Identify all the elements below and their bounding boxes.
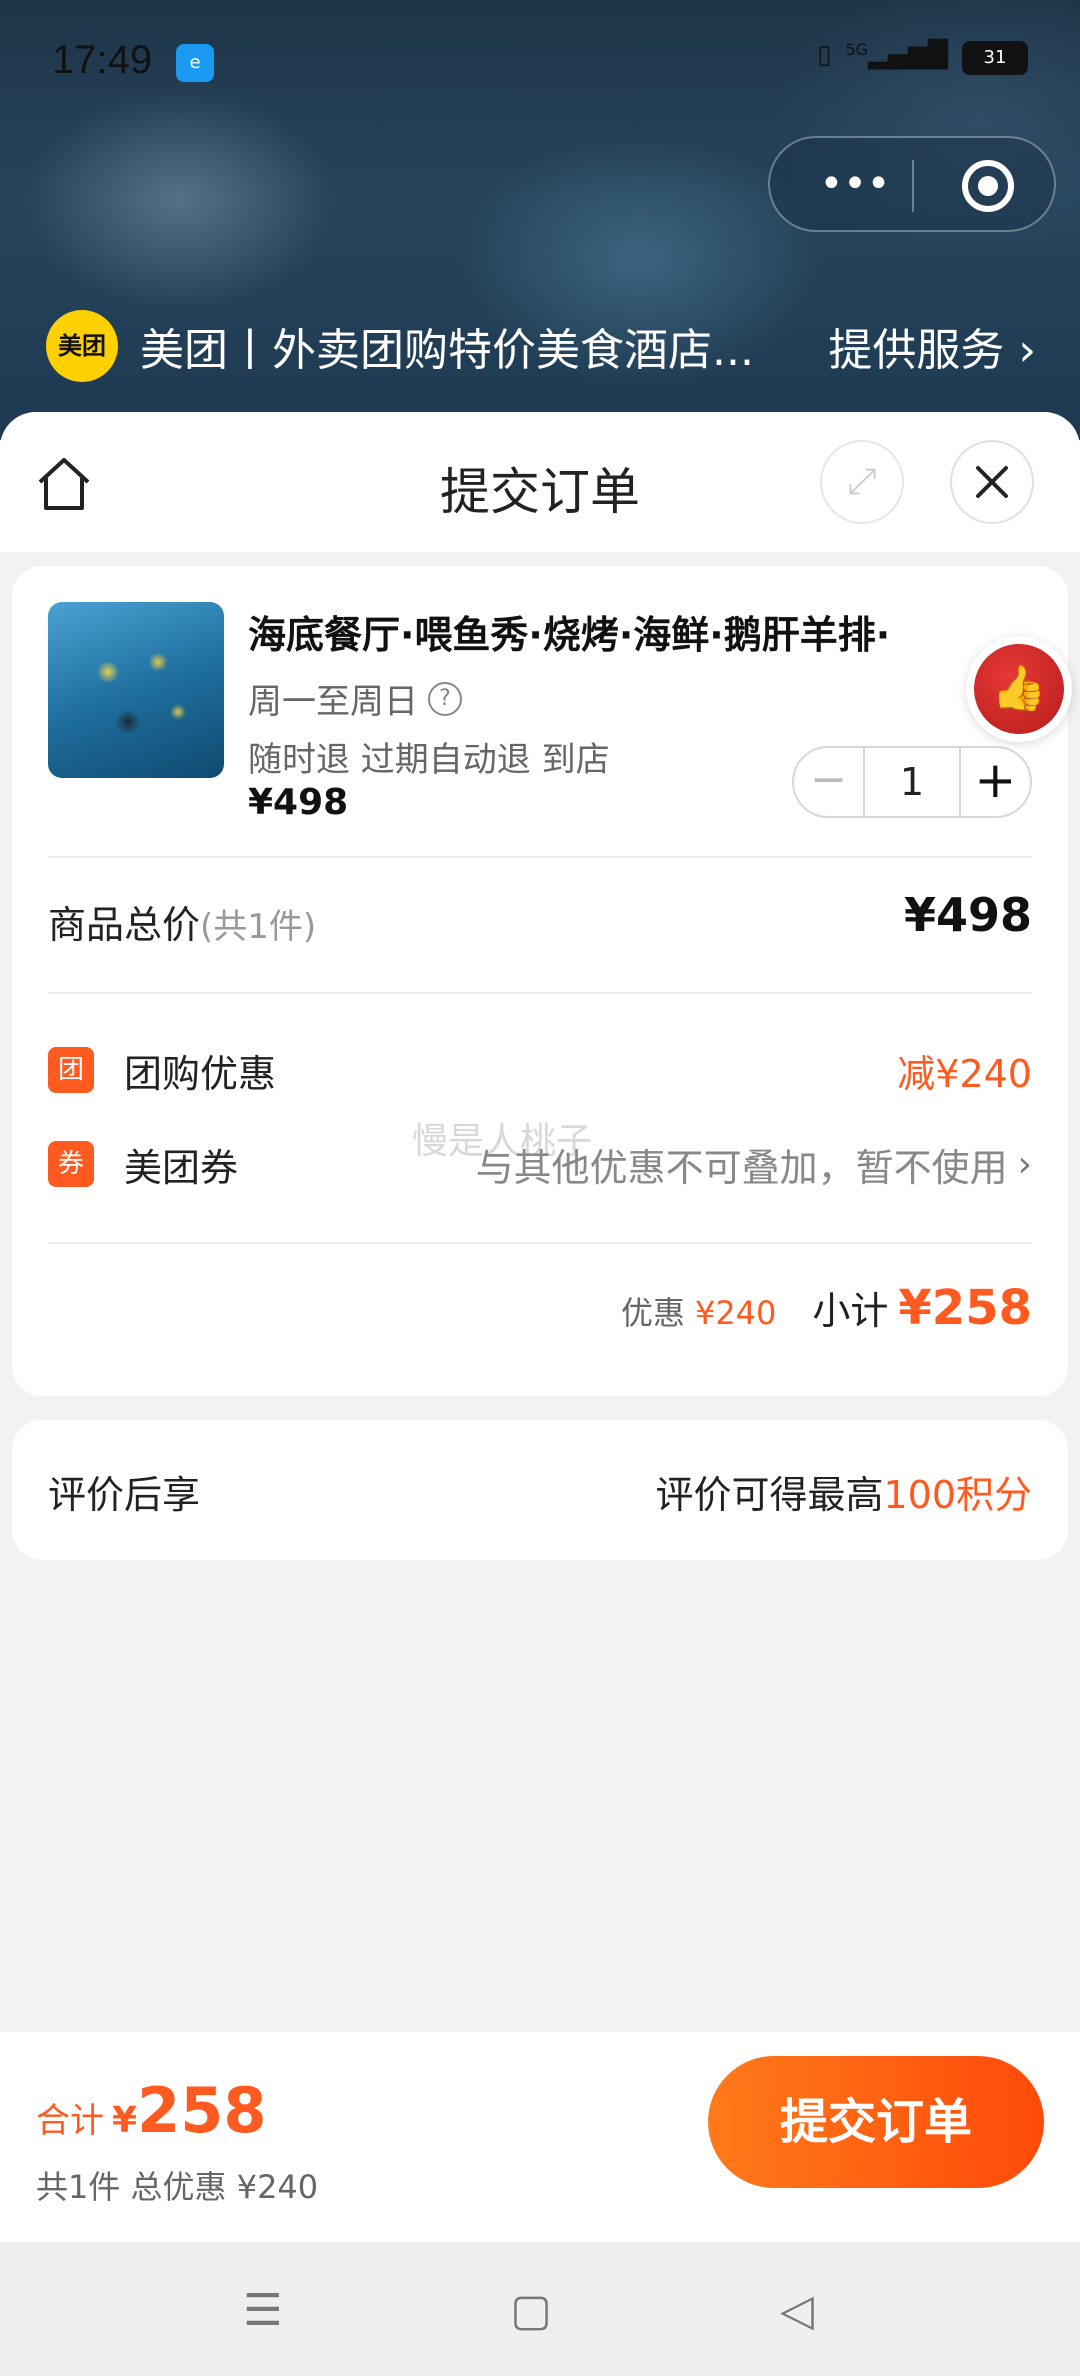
product-tags: 随时退 过期自动退 到店 [248, 740, 610, 780]
coupon-row[interactable]: 券 美团券 与其他优惠不可叠加，暂不使用 › [48, 1136, 1032, 1192]
floating-thumbs-up-button[interactable]: 👍 [966, 636, 1072, 742]
order-card: 海底餐厅·喂鱼秀·烧烤·海鲜·鹅肝羊排· 周一至周日 ? 随时退 过期自动退 到… [12, 566, 1068, 1396]
close-button[interactable] [950, 440, 1034, 524]
meituan-logo: 美团 [46, 310, 118, 382]
subtotal-value: ¥258 [898, 1280, 1032, 1336]
sheet-header: 提交订单 ⤢ [0, 412, 1080, 552]
sum-currency: ¥ [112, 2100, 138, 2141]
service-link[interactable]: 提供服务 › [828, 314, 1036, 378]
mini-program-title: 美团丨外卖团购特价美食酒店... [140, 325, 754, 376]
divider [48, 1242, 1032, 1244]
notification-app-icon: e [176, 44, 214, 82]
mini-program-info: 美团 美团丨外卖团购特价美食酒店... 提供服务 › [46, 310, 1036, 382]
battery-icon: 31 [962, 41, 1028, 75]
back-triangle-icon[interactable]: ◁ [762, 2276, 832, 2346]
review-note-prefix: 评价可得最高 [655, 1473, 884, 1517]
product-days: 周一至周日 ? [248, 674, 462, 723]
increase-button[interactable]: + [961, 748, 1030, 816]
close-miniprogram-icon[interactable] [962, 160, 1014, 212]
review-note: 评价可得最高100积分 [655, 1464, 1032, 1519]
subtotal-discount-value: ¥240 [694, 1294, 777, 1332]
group-discount-value: 减¥240 [897, 1051, 1032, 1096]
divider [48, 856, 1032, 858]
status-bar: 17:49 e ▯ 5G▂▄▆█ 31 [0, 0, 1080, 130]
sum-label: 合计 [36, 2101, 104, 2141]
sum-value: 258 [137, 2074, 267, 2147]
mini-program-capsule: ••• [768, 136, 1056, 232]
total-label-text: 商品总价 [48, 903, 201, 947]
subtotal-label: 小计 [812, 1289, 889, 1333]
page-title: 提交订单 [440, 463, 640, 521]
subtotal-discount-label: 优惠 [620, 1294, 685, 1332]
system-nav-bar: ☰ ▢ ◁ [0, 2242, 1080, 2376]
coupon-note: 与其他优惠不可叠加，暂不使用 [475, 1145, 1008, 1190]
home-square-icon[interactable]: ▢ [496, 2276, 566, 2346]
coupon-badge-icon: 券 [48, 1141, 94, 1187]
checkout-bar: 合计 ¥ 258 共1件 总优惠 ¥240 提交订单 [0, 2032, 1080, 2242]
signal-icon: 5G▂▄▆█ [845, 40, 948, 70]
total-label: 商品总价(共1件) [48, 894, 316, 949]
decrease-button[interactable]: − [794, 748, 863, 816]
capsule-divider [912, 160, 914, 212]
product-name: 海底餐厅·喂鱼秀·烧烤·海鲜·鹅肝羊排· [248, 613, 891, 657]
group-discount-label: 团购优惠 [124, 1051, 277, 1096]
thumbs-up-icon: 👍 [974, 644, 1064, 734]
quantity-stepper: − 1 + [792, 746, 1032, 818]
sum-subtext: 共1件 总优惠 ¥240 [36, 2168, 319, 2206]
help-icon[interactable]: ? [428, 681, 462, 716]
review-label: 评价后享 [48, 1473, 201, 1517]
network-type: 5G [845, 40, 869, 59]
status-time: 17:49 [52, 38, 153, 82]
coupon-label: 美团券 [124, 1145, 239, 1190]
close-icon [976, 466, 1008, 498]
chevron-right-icon: › [1017, 1143, 1032, 1185]
review-points: 100积分 [883, 1473, 1032, 1517]
more-icon[interactable]: ••• [810, 158, 900, 214]
divider [48, 992, 1032, 994]
vibrate-icon: ▯ [817, 40, 832, 70]
status-icons: ▯ 5G▂▄▆█ 31 [817, 40, 1028, 76]
product-days-text: 周一至周日 [248, 682, 418, 722]
total-sum: 合计 ¥ 258 [36, 2074, 266, 2147]
group-badge-icon: 团 [48, 1047, 94, 1093]
expand-icon: ⤢ [847, 461, 877, 502]
menu-icon[interactable]: ☰ [228, 2276, 298, 2346]
product-image[interactable] [48, 602, 224, 778]
total-count: (共1件) [200, 907, 317, 947]
subtotal: 优惠 ¥240 小计 ¥258 [621, 1280, 1032, 1336]
submit-order-button[interactable]: 提交订单 [708, 2056, 1044, 2188]
expand-button[interactable]: ⤢ [820, 440, 904, 524]
quantity-value[interactable]: 1 [863, 748, 961, 816]
product-price: ¥498 [248, 782, 349, 823]
review-card: 评价后享 评价可得最高100积分 [12, 1420, 1068, 1560]
total-value: ¥498 [903, 888, 1032, 942]
group-discount-row: 团 团购优惠 减¥240 [48, 1042, 1032, 1098]
